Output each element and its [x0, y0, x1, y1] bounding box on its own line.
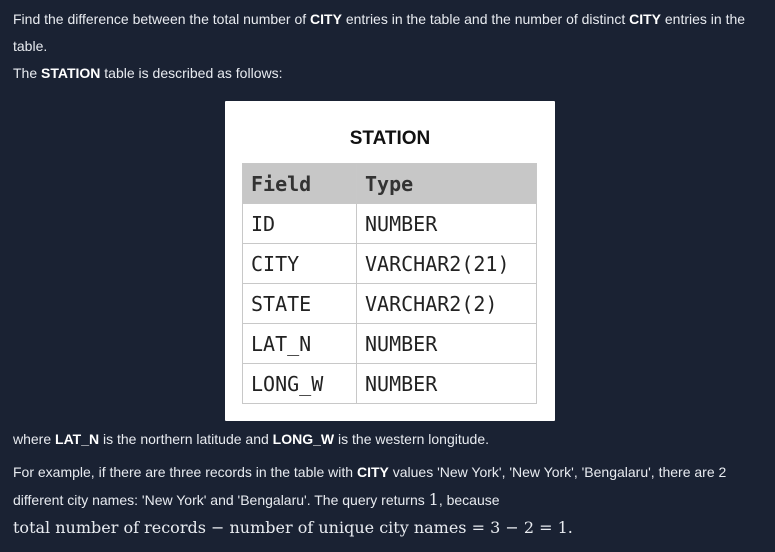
field-cell: LAT_N	[242, 323, 357, 364]
note-text: is the northern latitude and	[99, 431, 273, 447]
table-row: ID NUMBER	[242, 203, 537, 244]
long-keyword: LONG_W	[272, 431, 335, 447]
example-text: , because	[438, 492, 500, 508]
field-cell: ID	[242, 203, 357, 244]
problem-description: Find the difference between the total nu…	[13, 6, 768, 87]
type-cell: NUMBER	[356, 203, 537, 244]
notes-section: where LAT_N is the northern latitude and…	[13, 426, 768, 542]
table-row: STATE VARCHAR2(2)	[242, 283, 537, 324]
task-text: entries in the table and the number of d…	[341, 11, 630, 27]
table-row: LAT_N NUMBER	[242, 323, 537, 364]
example-text: For example, if there are three records …	[13, 464, 357, 480]
note-text: where	[13, 431, 56, 447]
task-paragraph: Find the difference between the total nu…	[13, 6, 768, 60]
station-schema-figure: STATION Field Type ID NUMBER CITY VARCHA…	[225, 101, 555, 421]
city-keyword: CITY	[629, 11, 661, 27]
intro-text: table is described as follows:	[100, 65, 283, 81]
task-text: Find the difference between the total nu…	[13, 11, 311, 27]
formula: total number of records − number of uniq…	[13, 518, 573, 537]
where-paragraph: where LAT_N is the northern latitude and…	[13, 426, 768, 453]
city-keyword: CITY	[310, 11, 342, 27]
lat-keyword: LAT_N	[55, 431, 100, 447]
type-cell: VARCHAR2(2)	[356, 283, 537, 324]
schema-table: Field Type ID NUMBER CITY VARCHAR2(21) S…	[242, 163, 537, 404]
type-cell: NUMBER	[356, 323, 537, 364]
table-row: CITY VARCHAR2(21)	[242, 243, 537, 284]
city-keyword: CITY	[356, 464, 389, 480]
schema-title: STATION	[349, 128, 431, 149]
station-keyword: STATION	[41, 65, 101, 81]
header-field: Field	[242, 163, 357, 204]
field-cell: STATE	[242, 283, 357, 324]
field-cell: CITY	[242, 243, 357, 284]
intro-text: The	[13, 65, 42, 81]
schema-header-row: Field Type	[242, 163, 537, 204]
field-cell: LONG_W	[242, 363, 357, 404]
table-intro-paragraph: The STATION table is described as follow…	[13, 60, 768, 87]
result-value: 1	[428, 490, 439, 509]
header-type: Type	[356, 163, 537, 204]
type-cell: VARCHAR2(21)	[356, 243, 537, 284]
example-paragraph: For example, if there are three records …	[13, 459, 768, 514]
note-text: is the western longitude.	[334, 431, 489, 447]
table-row: LONG_W NUMBER	[242, 363, 537, 404]
type-cell: NUMBER	[356, 363, 537, 404]
